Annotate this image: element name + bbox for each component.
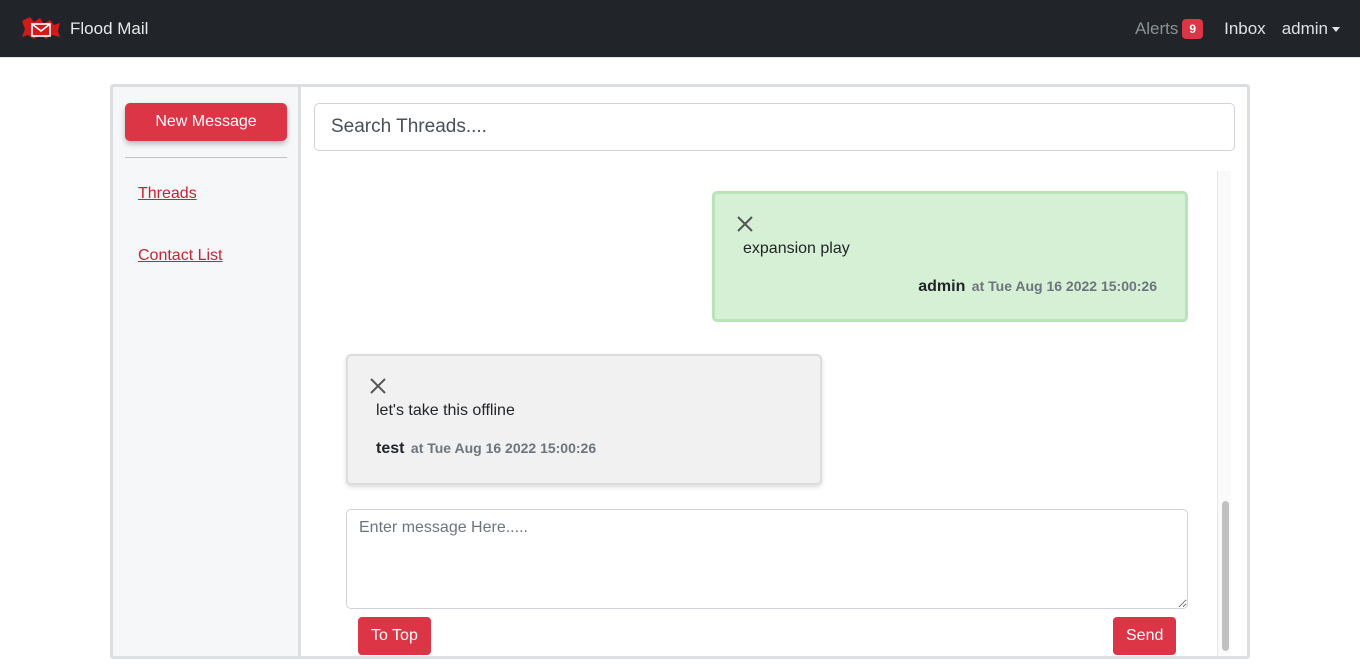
- search-threads-input[interactable]: [314, 103, 1235, 151]
- user-menu-label: admin: [1281, 19, 1328, 38]
- thread-content: expansion play admin at Tue Aug 16 2022 …: [304, 87, 1247, 656]
- caret-down-icon: [1332, 27, 1340, 32]
- message-author: admin: [918, 278, 966, 295]
- message-author: test: [376, 440, 405, 457]
- top-navbar: Flood Mail Alerts 9 Inbox admin: [0, 0, 1360, 58]
- message-meta: admin at Tue Aug 16 2022 15:00:26: [918, 278, 1157, 296]
- message-card-sent: expansion play admin at Tue Aug 16 2022 …: [712, 191, 1188, 322]
- navbar-right: Alerts 9 Inbox admin: [1135, 19, 1340, 39]
- brand[interactable]: Flood Mail: [20, 12, 148, 46]
- main-panel: New Message Threads Contact List expansi…: [110, 84, 1250, 659]
- scrollbar-thumb[interactable]: [1222, 501, 1229, 651]
- message-text: let's take this offline: [376, 402, 515, 419]
- new-message-button[interactable]: New Message: [125, 103, 287, 141]
- message-composer-textarea[interactable]: [346, 509, 1188, 609]
- message-timestamp: at Tue Aug 16 2022 15:00:26: [410, 440, 597, 456]
- flood-mail-logo-icon: [22, 17, 60, 39]
- inbox-link[interactable]: Inbox: [1224, 19, 1266, 39]
- brand-name: Flood Mail: [70, 19, 149, 38]
- close-icon[interactable]: [735, 214, 755, 234]
- to-top-button[interactable]: To Top: [358, 617, 431, 655]
- message-timestamp: at Tue Aug 16 2022 15:00:26: [971, 278, 1157, 294]
- alerts-link[interactable]: Alerts 9: [1134, 19, 1204, 39]
- alerts-count-badge: 9: [1182, 19, 1204, 39]
- sidebar: New Message Threads Contact List: [113, 87, 301, 656]
- message-card-received: let's take this offline test at Tue Aug …: [346, 354, 822, 485]
- message-meta: test at Tue Aug 16 2022 15:00:26: [376, 440, 596, 458]
- send-button[interactable]: Send: [1113, 617, 1177, 655]
- sidebar-link-threads[interactable]: Threads: [138, 185, 197, 203]
- sidebar-divider: [125, 157, 287, 158]
- close-icon[interactable]: [368, 376, 388, 396]
- message-text: expansion play: [743, 240, 850, 257]
- scrollbar[interactable]: [1217, 171, 1231, 656]
- alerts-label: Alerts: [1134, 19, 1179, 38]
- sidebar-link-contact-list[interactable]: Contact List: [138, 247, 222, 265]
- user-menu-dropdown[interactable]: admin: [1282, 19, 1340, 39]
